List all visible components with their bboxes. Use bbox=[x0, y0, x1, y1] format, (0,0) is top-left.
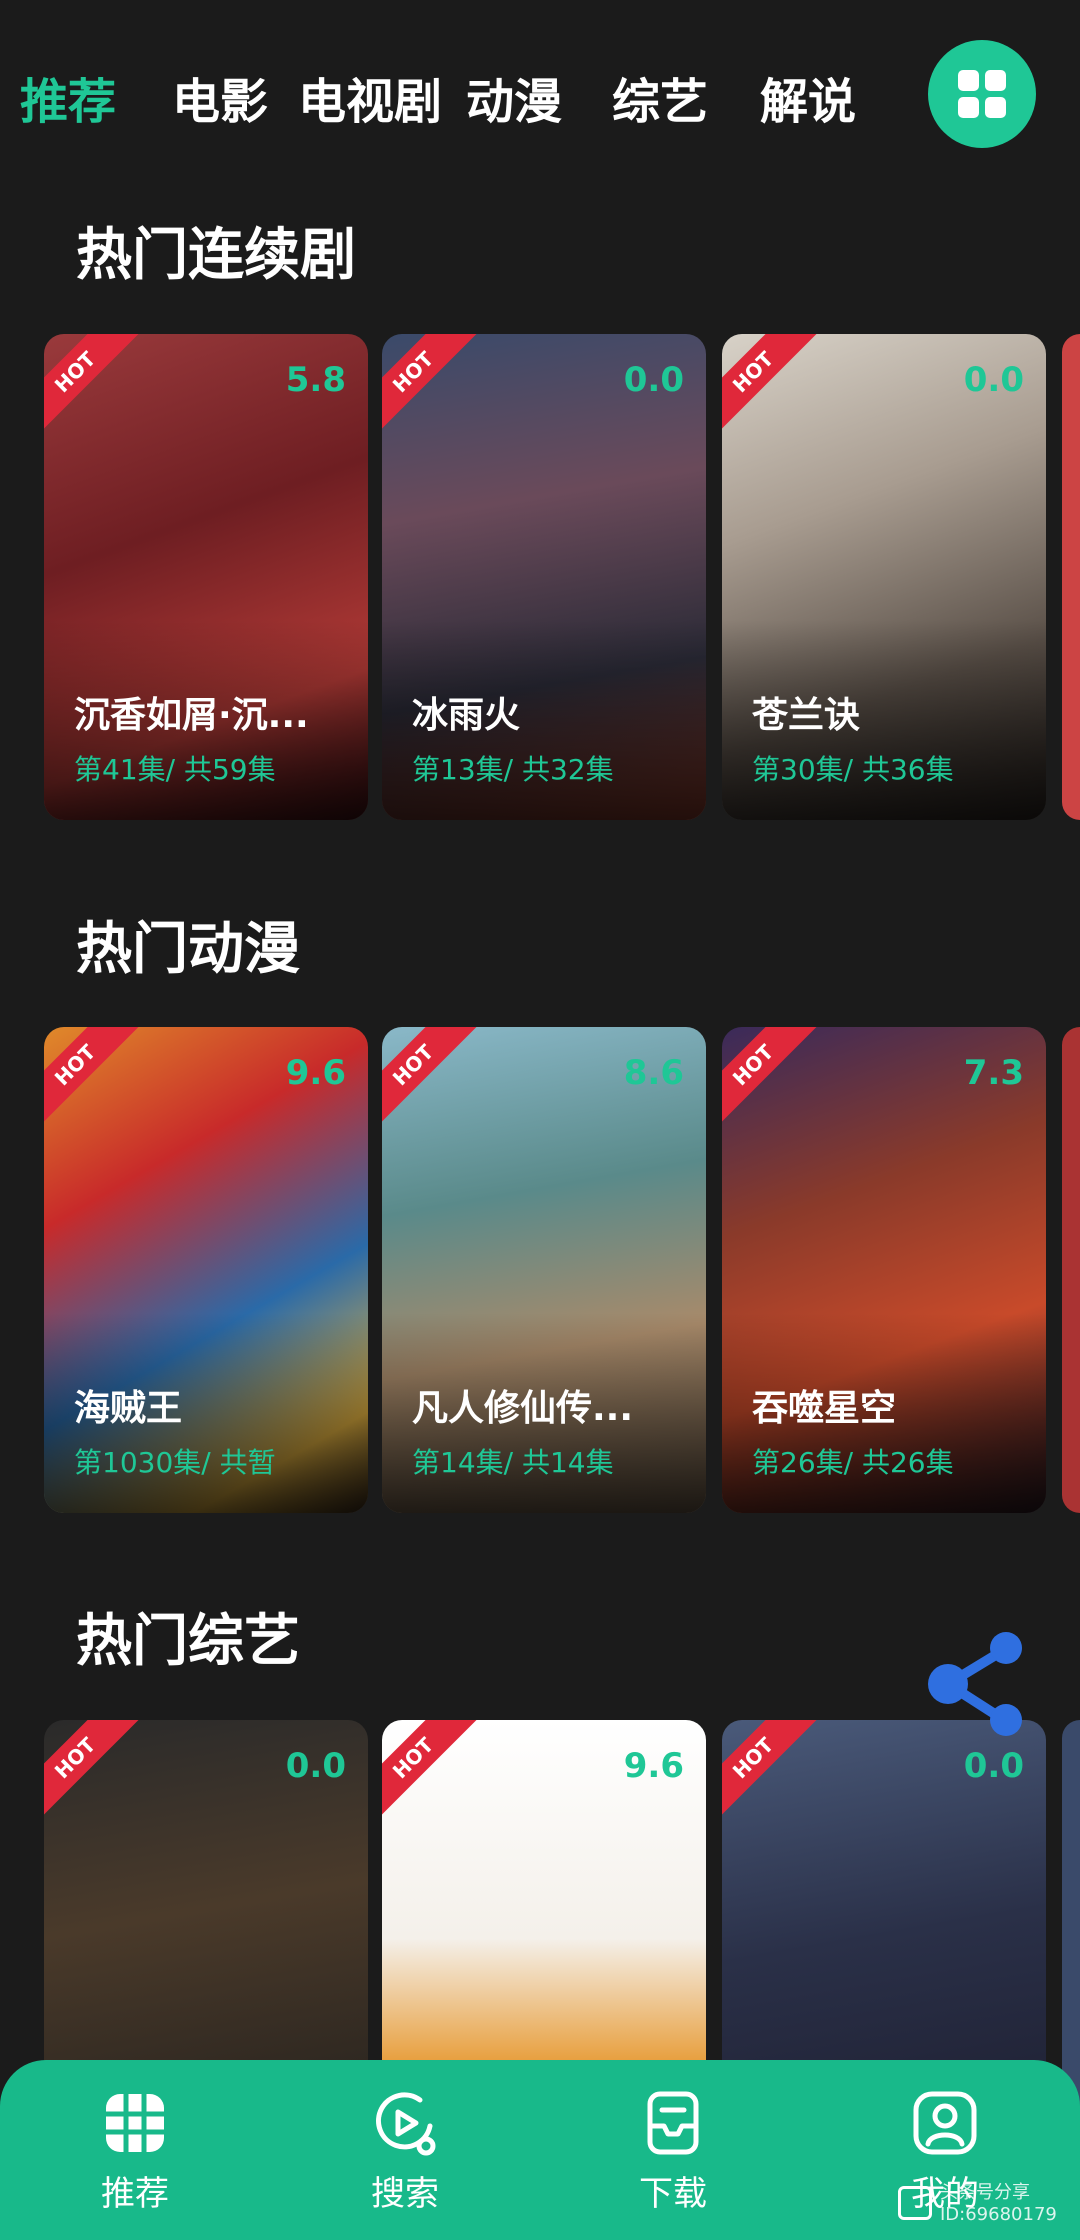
rating-score: 5.8 bbox=[285, 360, 346, 400]
episode-info: 第41集/ 共59集 bbox=[74, 753, 276, 786]
episode-info: 第1030集/ 共暂 bbox=[74, 1446, 276, 1479]
grid-icon bbox=[958, 70, 1006, 118]
bottom-tab-label: 下载 bbox=[639, 2174, 707, 2214]
rating-score: 0.0 bbox=[963, 1746, 1024, 1786]
category-menu-button[interactable] bbox=[928, 40, 1036, 148]
hot-badge: HOT bbox=[382, 334, 479, 438]
rating-score: 9.6 bbox=[285, 1053, 346, 1093]
rating-score: 8.6 bbox=[623, 1053, 684, 1093]
bottom-tab-download[interactable]: 下载 bbox=[598, 2088, 748, 2215]
tab-anime[interactable]: 动漫 bbox=[466, 62, 562, 132]
card-title: 冰雨火 bbox=[412, 695, 521, 736]
watermark-line-1: 头条号分享 bbox=[940, 2182, 1030, 2203]
card-title: 凡人修仙传... bbox=[412, 1388, 634, 1429]
share-icon bbox=[928, 1632, 1022, 1736]
section-title-hot-anime: 热门动漫 bbox=[76, 917, 300, 982]
rating-score: 7.3 bbox=[963, 1053, 1024, 1093]
hot-badge: HOT bbox=[382, 1027, 479, 1131]
hot-badge: HOT bbox=[722, 334, 819, 438]
episode-info: 第26集/ 共26集 bbox=[752, 1446, 954, 1479]
watermark-line-2: ID:69680179 bbox=[940, 2204, 1057, 2225]
top-navigation: 推荐 电影 电视剧 动漫 综艺 解说 bbox=[0, 0, 1080, 190]
hot-badge: HOT bbox=[44, 334, 141, 438]
profile-icon bbox=[913, 2091, 977, 2155]
rating-score: 9.6 bbox=[623, 1746, 684, 1786]
hot-badge: HOT bbox=[722, 1027, 819, 1131]
card-title: 海贼王 bbox=[74, 1388, 183, 1429]
poster-card[interactable]: HOT 5.8 沉香如屑·沉... 第41集/ 共59集 bbox=[44, 334, 368, 820]
poster-card-partial[interactable] bbox=[1062, 334, 1080, 820]
card-title: 苍兰诀 bbox=[752, 695, 861, 736]
watermark: 头条号分享 ID:69680179 bbox=[898, 2180, 1078, 2234]
bottom-tab-label: 搜索 bbox=[371, 2174, 439, 2214]
tab-commentary[interactable]: 解说 bbox=[760, 62, 856, 132]
poster-card[interactable]: HOT 7.3 吞噬星空 第26集/ 共26集 bbox=[722, 1027, 1046, 1513]
poster-card-partial[interactable] bbox=[1062, 1027, 1080, 1513]
section-title-hot-variety: 热门综艺 bbox=[76, 1609, 300, 1674]
poster-card[interactable]: HOT 8.6 凡人修仙传... 第14集/ 共14集 bbox=[382, 1027, 706, 1513]
rating-score: 0.0 bbox=[963, 360, 1024, 400]
hot-anime-row: HOT 9.6 海贼王 第1030集/ 共暂 HOT 8.6 凡人修仙传... … bbox=[0, 1027, 1080, 1513]
download-icon bbox=[647, 2091, 699, 2155]
hot-badge: HOT bbox=[722, 1720, 819, 1824]
tab-recommend[interactable]: 推荐 bbox=[20, 62, 116, 132]
watermark-logo-icon bbox=[898, 2186, 932, 2220]
share-button[interactable] bbox=[922, 1628, 1032, 1738]
search-icon bbox=[376, 2092, 436, 2156]
grid-icon bbox=[106, 2094, 164, 2152]
episode-info: 第13集/ 共32集 bbox=[412, 753, 614, 786]
hot-badge: HOT bbox=[44, 1720, 141, 1824]
hot-badge: HOT bbox=[44, 1027, 141, 1131]
tab-variety[interactable]: 综艺 bbox=[612, 62, 708, 132]
tab-tv-series[interactable]: 电视剧 bbox=[298, 62, 442, 132]
bottom-tab-label: 推荐 bbox=[101, 2174, 169, 2214]
bottom-tab-recommend[interactable]: 推荐 bbox=[60, 2088, 210, 2215]
bottom-tab-search[interactable]: 搜索 bbox=[330, 2088, 480, 2215]
episode-info: 第30集/ 共36集 bbox=[752, 753, 954, 786]
tab-movies[interactable]: 电影 bbox=[172, 62, 268, 132]
rating-score: 0.0 bbox=[285, 1746, 346, 1786]
card-title: 吞噬星空 bbox=[752, 1388, 897, 1429]
poster-card[interactable]: HOT 0.0 苍兰诀 第30集/ 共36集 bbox=[722, 334, 1046, 820]
episode-info: 第14集/ 共14集 bbox=[412, 1446, 614, 1479]
hot-badge: HOT bbox=[382, 1720, 479, 1824]
section-title-hot-series: 热门连续剧 bbox=[76, 223, 356, 288]
hot-series-row: HOT 5.8 沉香如屑·沉... 第41集/ 共59集 HOT 0.0 冰雨火… bbox=[0, 334, 1080, 820]
card-title: 沉香如屑·沉... bbox=[74, 695, 309, 736]
rating-score: 0.0 bbox=[623, 360, 684, 400]
poster-card[interactable]: HOT 0.0 冰雨火 第13集/ 共32集 bbox=[382, 334, 706, 820]
poster-card[interactable]: HOT 9.6 海贼王 第1030集/ 共暂 bbox=[44, 1027, 368, 1513]
